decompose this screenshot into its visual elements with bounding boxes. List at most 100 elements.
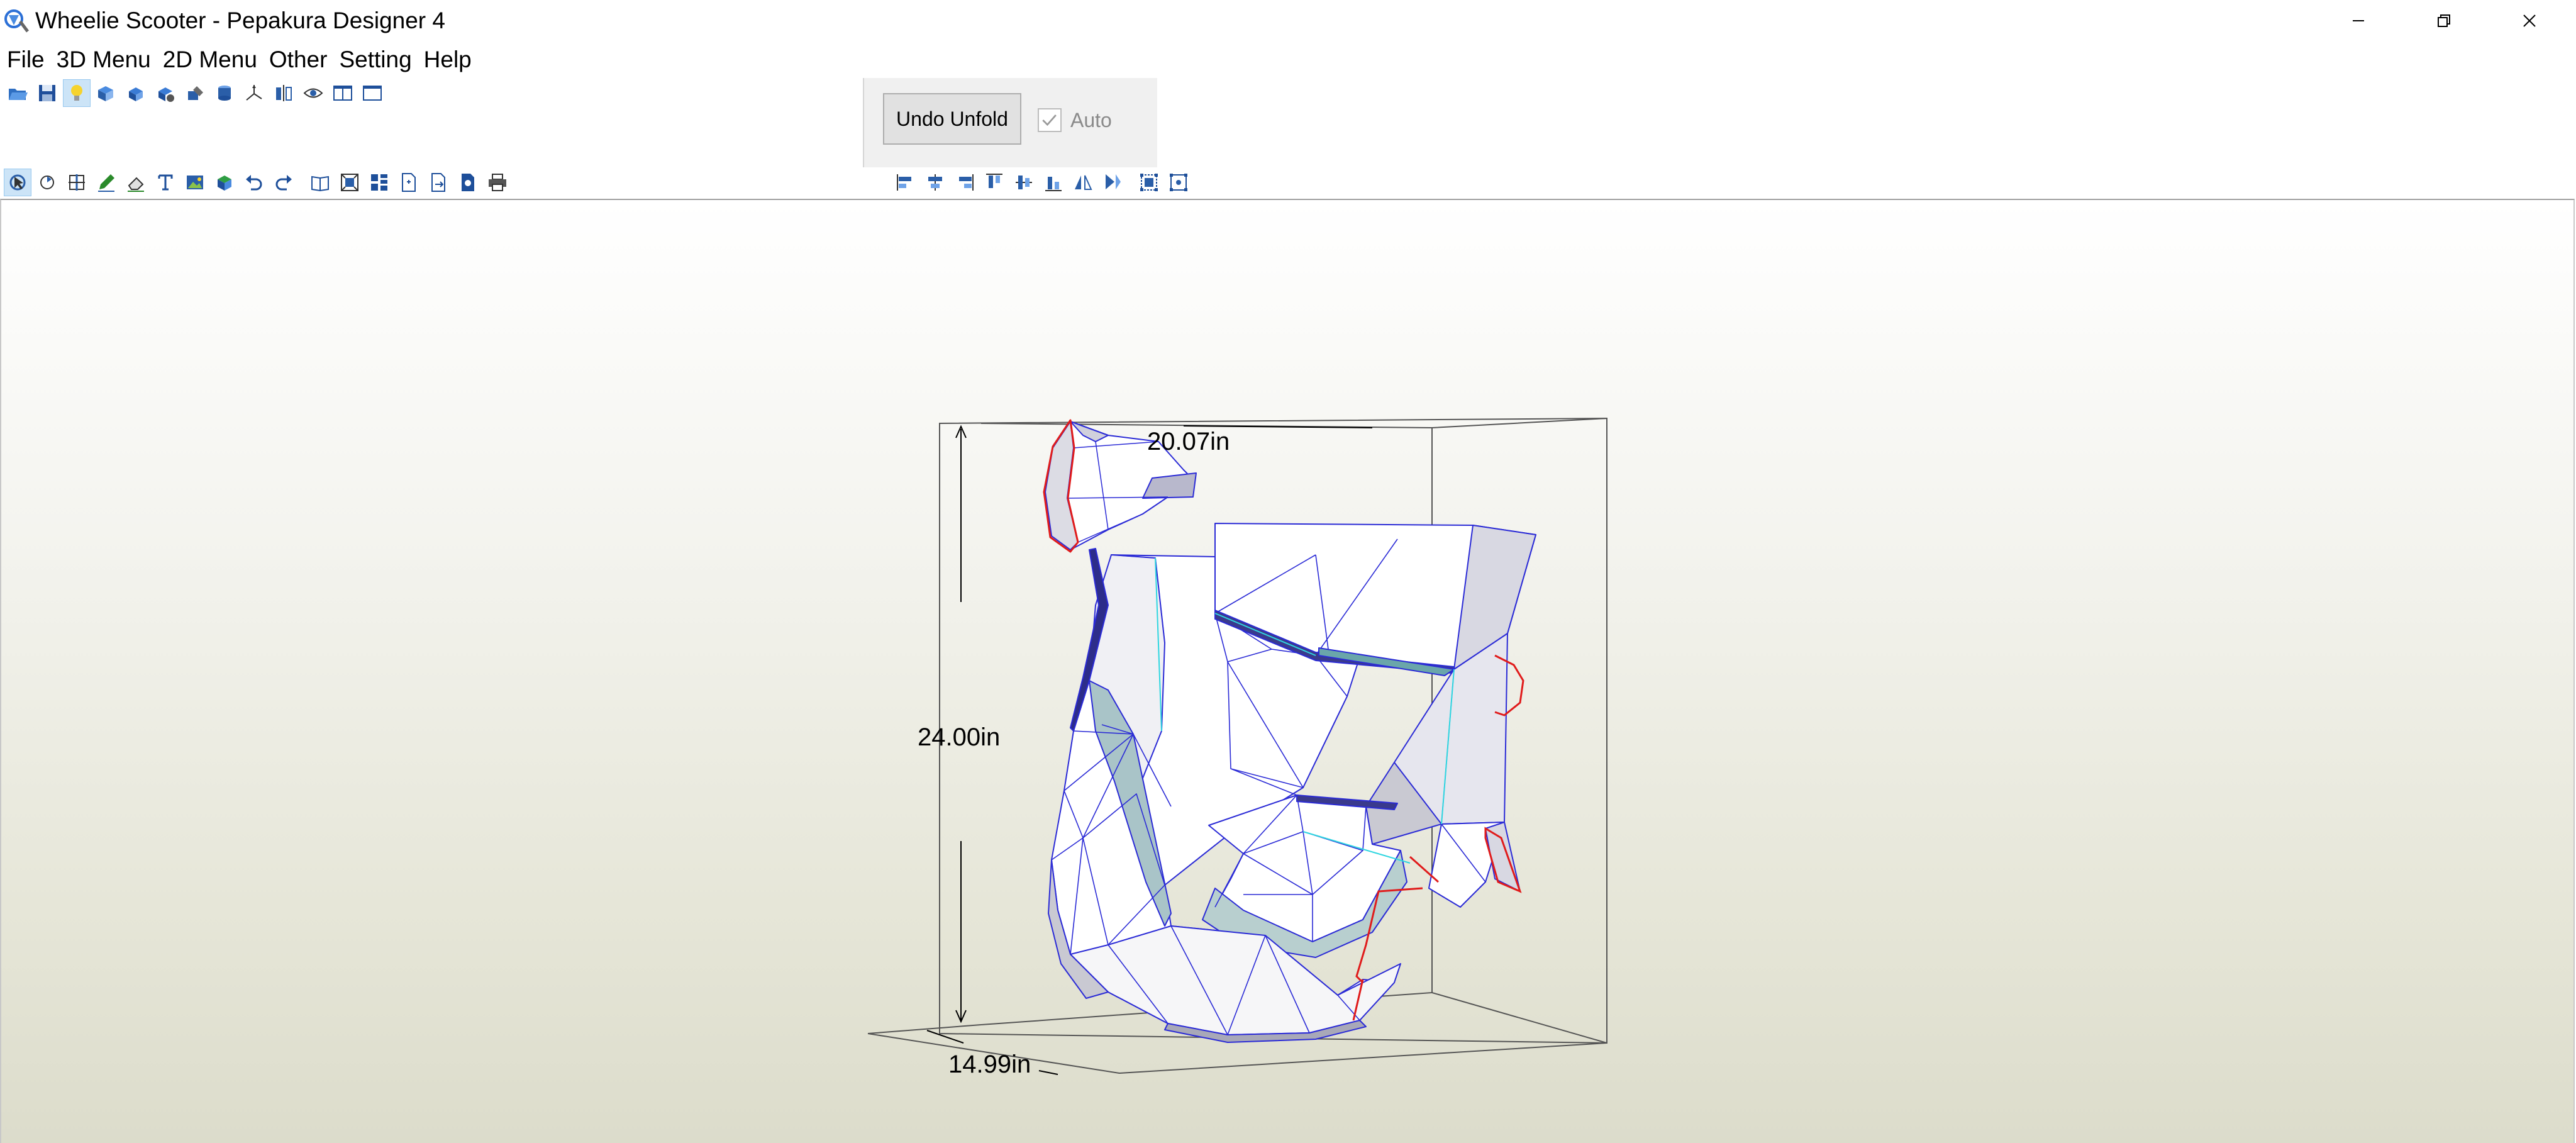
edit-part-icon [188,86,203,100]
close-button[interactable] [2487,0,2572,42]
align-top-button[interactable] [980,169,1008,196]
3d-viewport[interactable]: 20.07in 24.00in 14.99in [0,199,2575,1143]
open-file-icon [9,89,28,100]
split-view-icon [333,86,352,101]
menu-2d[interactable]: 2D Menu [156,45,262,74]
print-preview-icon [462,174,474,191]
light-bulb-icon [71,85,82,101]
rotate-edge-icon [40,176,54,189]
flip-horizontal-icon [1075,175,1092,190]
scooter-model[interactable] [1048,523,1536,1043]
checkmark-icon [1042,114,1057,126]
undo-unfold-button[interactable]: Undo Unfold [883,93,1021,145]
rotate-model-button[interactable] [122,79,150,107]
rotate-edge-button[interactable] [33,169,61,196]
auto-label: Auto [1070,109,1112,131]
align-right-button[interactable] [951,169,979,196]
cylinder-button[interactable] [211,79,238,107]
app-icon [4,9,29,33]
print-button[interactable] [484,169,511,196]
join-edge-button[interactable] [63,169,91,196]
close-icon [2523,14,2536,27]
pencil-button[interactable] [92,169,120,196]
edit-part-button[interactable] [181,79,209,107]
color-button[interactable] [211,169,238,196]
select-button[interactable] [4,169,31,196]
title-bar: Wheelie Scooter - Pepakura Designer 4 [0,0,2576,42]
flip-horizontal-button[interactable] [1069,169,1097,196]
cylinder-icon [218,86,231,101]
align-top-icon [986,174,1002,188]
minimize-button[interactable] [2316,0,2401,42]
save-button[interactable] [33,79,61,107]
main-toolbar [4,79,386,107]
dimension-depth: 14.99in [948,1051,1031,1078]
menu-bar: File 3D Menu 2D Menu Other Setting Help [0,44,477,75]
align-right-icon [959,174,974,191]
ungroup-button[interactable] [1165,169,1192,196]
align-center-icon [928,174,942,191]
align-center-button[interactable] [921,169,949,196]
eraser-button[interactable] [122,169,150,196]
light-bulb-button[interactable] [63,79,91,107]
auto-checkbox[interactable] [1038,108,1062,132]
unfold-panel: Undo Unfold Auto [863,78,1157,167]
flip-vertical-button[interactable] [1099,169,1126,196]
rotate-model-icon [129,87,143,101]
join-edge-icon [69,174,85,191]
menu-3d[interactable]: 3D Menu [50,45,156,74]
new-page-button[interactable] [395,169,423,196]
view-eye-button[interactable] [299,79,327,107]
redo-icon [275,175,292,191]
axis-button[interactable] [240,79,268,107]
unfold-button[interactable] [92,79,120,107]
restore-button[interactable] [2401,0,2487,42]
view-eye-icon [303,88,323,98]
unfold-icon [98,86,113,101]
single-view-button[interactable] [358,79,386,107]
fit-view-button[interactable] [336,169,364,196]
export-page-button[interactable] [425,169,452,196]
open-file-button[interactable] [4,79,31,107]
align-left-button[interactable] [892,169,919,196]
align-bottom-icon [1045,177,1062,191]
book-button[interactable] [306,169,334,196]
grid-button[interactable] [365,169,393,196]
menu-help[interactable]: Help [417,45,477,74]
print-icon [489,174,506,191]
axis-icon [246,85,262,101]
pencil-icon [98,174,114,192]
undo-button[interactable] [240,169,268,196]
align-bottom-button[interactable] [1040,169,1067,196]
menu-setting[interactable]: Setting [332,45,416,74]
text-button[interactable] [152,169,179,196]
split-view-button[interactable] [329,79,357,107]
select-icon [9,174,26,191]
menu-other[interactable]: Other [262,45,333,74]
mirror-button[interactable] [270,79,297,107]
book-icon [311,176,329,192]
restore-icon [2438,14,2450,27]
undo-icon [246,175,262,191]
group-icon [1140,174,1158,191]
window-title: Wheelie Scooter - Pepakura Designer 4 [35,8,445,33]
edit-toolbar [4,169,511,196]
group-button[interactable] [1135,169,1163,196]
new-page-icon [402,173,416,192]
align-middle-icon [1016,176,1032,189]
image-button[interactable] [181,169,209,196]
export-page-icon [431,173,445,192]
print-preview-button[interactable] [454,169,482,196]
move-part-icon [158,87,174,102]
model-canvas[interactable] [1,200,2573,1143]
align-middle-button[interactable] [1010,169,1038,196]
dimension-width: 20.07in [1147,428,1230,455]
single-view-icon [363,86,382,101]
color-icon [218,176,231,191]
move-part-button[interactable] [152,79,179,107]
redo-button[interactable] [270,169,297,196]
fit-view-icon [341,174,358,191]
minimize-icon [2353,20,2364,21]
dimension-height: 24.00in [918,723,1001,751]
menu-file[interactable]: File [0,45,50,74]
